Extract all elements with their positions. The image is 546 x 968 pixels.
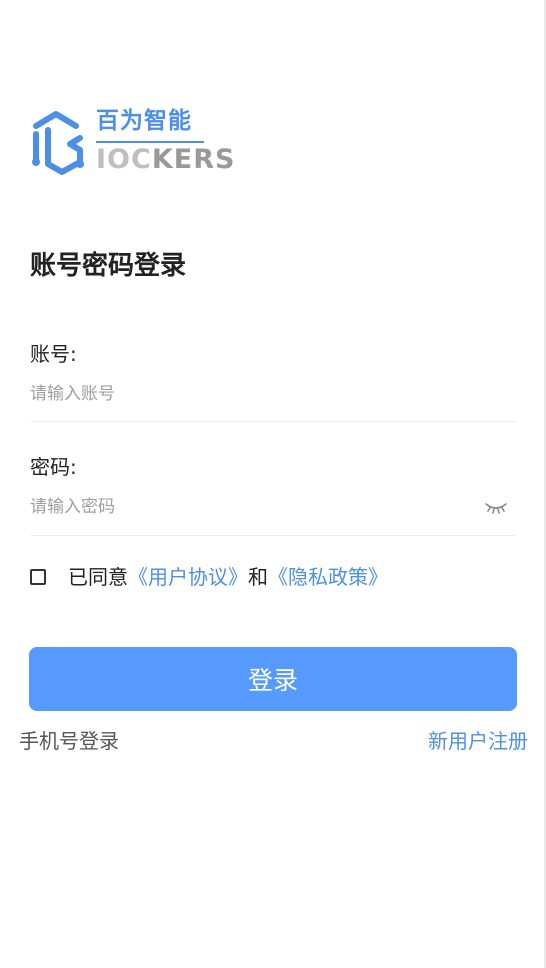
account-underline [30, 421, 516, 422]
agreement-prefix: 已同意 [68, 565, 128, 589]
register-link[interactable]: 新用户注册 [428, 726, 528, 756]
agreement-text: 已同意《用户协议》和《隐私政策》 [68, 562, 388, 592]
password-label: 密码: [30, 455, 77, 479]
account-input[interactable] [30, 377, 480, 411]
password-input[interactable] [30, 490, 480, 524]
agreement-checkbox[interactable] [30, 569, 46, 585]
account-label: 账号: [30, 342, 77, 366]
brand-name-en-prefix: IOC [96, 144, 152, 175]
user-agreement-link[interactable]: 《用户协议》 [128, 565, 248, 589]
password-underline [30, 535, 516, 536]
brand-name-en: IOCKERS [96, 145, 235, 175]
brand-name-cn: 百为智能 [96, 108, 192, 134]
agreement-conjunction: 和 [248, 565, 268, 589]
privacy-policy-link[interactable]: 《隐私政策》 [268, 565, 388, 589]
agreement-row: 已同意《用户协议》和《隐私政策》 [30, 562, 388, 592]
login-button[interactable]: 登录 [29, 647, 517, 711]
logo-divider [96, 141, 204, 143]
brand-name-en-suffix: KERS [151, 144, 236, 175]
phone-login-link[interactable]: 手机号登录 [19, 726, 119, 756]
page-title: 账号密码登录 [30, 251, 187, 281]
eye-closed-icon[interactable] [483, 497, 509, 517]
